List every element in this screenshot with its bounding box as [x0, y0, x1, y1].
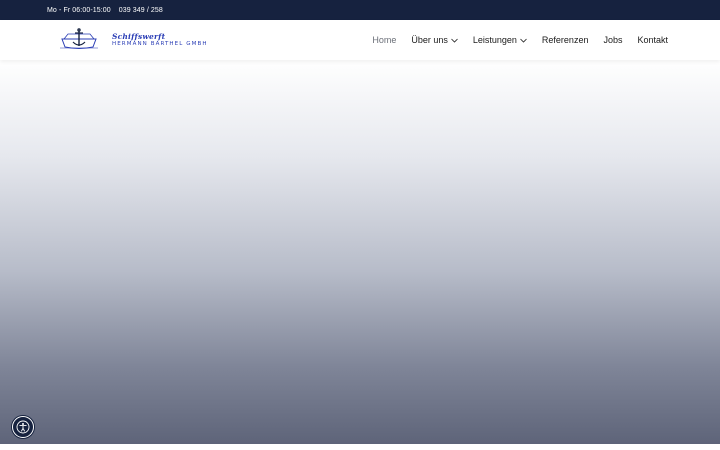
opening-hours: Mo - Fr 06:00-15:00	[47, 6, 111, 14]
accessibility-button[interactable]	[12, 416, 34, 438]
page-bottom-strip	[0, 444, 720, 450]
phone-number[interactable]: 039 349 / 258	[119, 7, 163, 14]
nav-item-referenzen[interactable]: Referenzen	[542, 35, 589, 45]
logo-script-text: Schiffswerft	[112, 31, 166, 41]
nav-item-leistungen[interactable]: Leistungen	[473, 35, 527, 45]
main-navigation: Home Über uns Leistungen Referenzen Jobs…	[372, 20, 668, 60]
nav-item-kontakt[interactable]: Kontakt	[637, 35, 668, 45]
nav-item-label: Jobs	[603, 35, 623, 45]
nav-item-label: Kontakt	[637, 35, 668, 45]
ship-anchor-logo-icon	[60, 28, 98, 49]
accessibility-icon	[16, 420, 30, 434]
nav-item-jobs[interactable]: Jobs	[603, 35, 622, 45]
hero-banner	[0, 60, 720, 444]
top-bar: Mo - Fr 06:00-15:00 039 349 / 258	[0, 0, 720, 20]
nav-item-label: Referenzen	[541, 35, 589, 45]
logo-company-name: HERMANN BARTHEL GMBH	[112, 41, 208, 47]
nav-item-home[interactable]: Home	[372, 35, 396, 45]
logo-link[interactable]: Schiffswerft HERMANN BARTHEL GMBH	[60, 27, 210, 53]
nav-item-label: Über uns	[411, 35, 448, 45]
chevron-down-icon	[451, 38, 458, 43]
nav-item-ueber-uns[interactable]: Über uns	[411, 35, 458, 45]
nav-item-label: Leistungen	[472, 35, 517, 45]
site-header: Schiffswerft HERMANN BARTHEL GMBH Home Ü…	[0, 20, 720, 60]
nav-item-label: Home	[372, 35, 397, 45]
chevron-down-icon	[520, 38, 527, 43]
